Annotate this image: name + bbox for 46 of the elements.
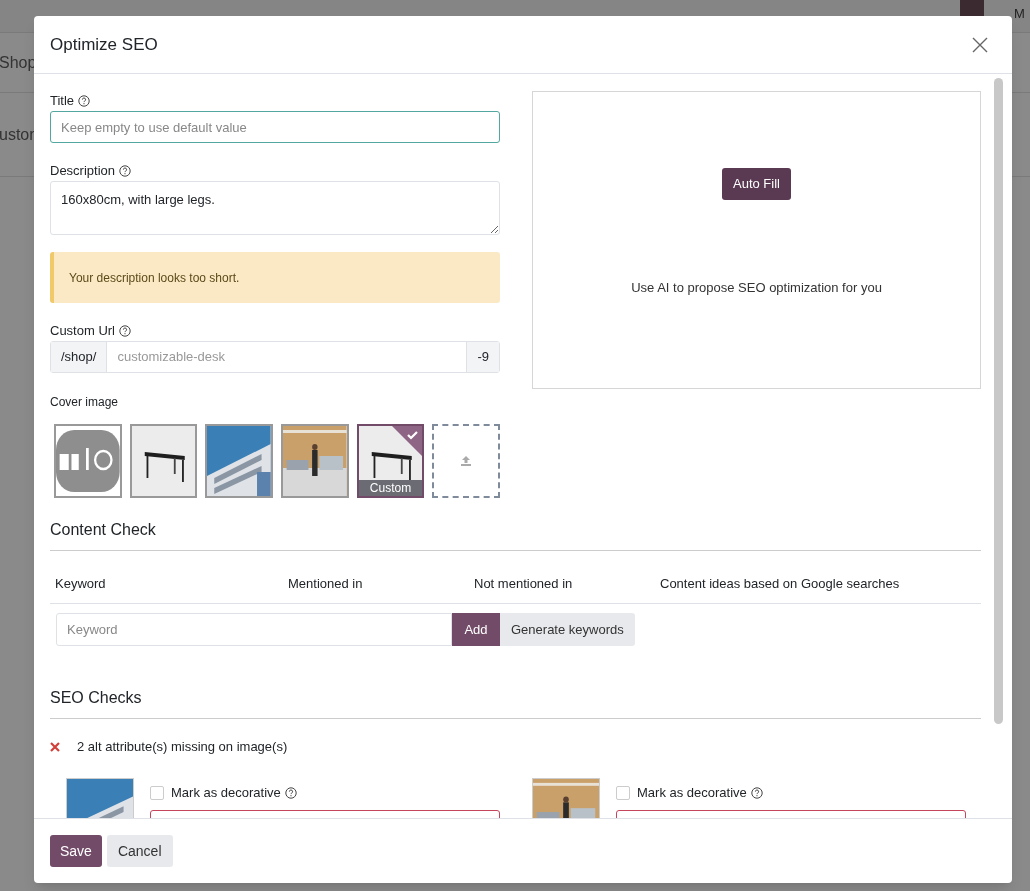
user-name: M <box>1014 5 1026 23</box>
checkbox[interactable] <box>150 786 164 800</box>
title-field[interactable]: Keep empty to use default value <box>50 111 500 143</box>
checkbox-label: Mark as decorative <box>637 784 747 803</box>
scrollbar[interactable] <box>994 78 1003 724</box>
help-icon <box>119 325 131 337</box>
generate-keywords-button[interactable]: Generate keywords <box>500 613 635 646</box>
cover-image-option[interactable] <box>281 424 349 498</box>
save-button[interactable]: Save <box>50 835 102 867</box>
image-caption: Custom <box>358 480 423 496</box>
description-field[interactable]: 160x80cm, with large legs. <box>50 181 500 235</box>
keyword-field[interactable]: Keyword <box>56 613 452 646</box>
cancel-button[interactable]: Cancel <box>106 835 173 867</box>
upload-icon <box>460 455 473 467</box>
field-label: Description <box>50 162 116 181</box>
field-label: Title <box>50 92 75 111</box>
section-heading: Content Check <box>50 518 981 551</box>
checkbox-label: Mark as decorative <box>171 784 281 803</box>
check-failure-text: 2 alt attribute(s) missing on image(s) <box>77 738 288 757</box>
section-heading: SEO Checks <box>50 686 981 719</box>
help-icon <box>750 787 763 799</box>
help-icon <box>119 165 132 177</box>
column-header: Not mentioned in <box>474 574 574 593</box>
check-corner-icon <box>392 426 423 456</box>
url-input[interactable]: customizable-desk <box>107 342 467 372</box>
error-cross-icon <box>50 742 60 752</box>
upload-button[interactable] <box>432 424 501 498</box>
url-field[interactable]: /shop/ customizable-desk -9 <box>50 341 500 373</box>
column-header: Keyword <box>55 574 107 593</box>
close-icon <box>972 36 988 53</box>
warning-text: Your description looks too short. <box>69 269 240 287</box>
dialog-title: Optimize SEO <box>50 33 158 56</box>
url-prefix: /shop/ <box>51 342 108 372</box>
column-header: Content ideas based on Google searches <box>660 574 900 593</box>
url-suffix: -9 <box>466 342 499 372</box>
auto-fill-button[interactable]: Auto Fill <box>722 168 791 200</box>
ai-hint: Use AI to propose SEO optimization for you <box>631 279 882 297</box>
column-header: Mentioned in <box>288 574 364 593</box>
help-icon <box>78 95 91 107</box>
field-label: Custom Url <box>50 322 115 341</box>
cover-image-option[interactable] <box>129 424 198 498</box>
help-icon <box>284 787 297 799</box>
checkbox[interactable] <box>616 786 630 800</box>
cover-image-option[interactable]: Custom <box>356 424 425 498</box>
add-button[interactable]: Add <box>452 613 500 646</box>
section-label: Cover image <box>50 394 120 411</box>
